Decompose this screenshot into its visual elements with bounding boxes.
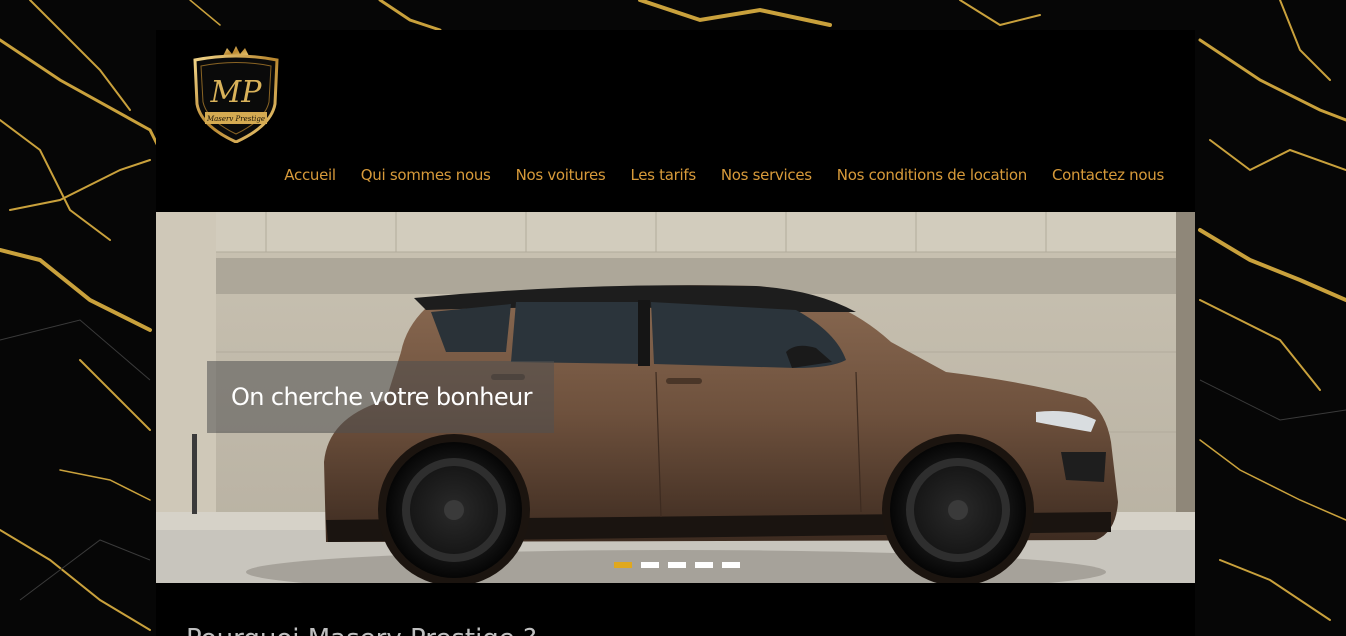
nav-item-conditions-location[interactable]: Nos conditions de location (837, 166, 1027, 184)
slide-caption: On cherche votre bonheur (207, 361, 554, 433)
crest-icon: MP Maserv Prestige (193, 46, 279, 143)
nav-item-qui-sommes-nous[interactable]: Qui sommes nous (361, 166, 491, 184)
logo-initials: MP (210, 75, 263, 110)
nav-item-contactez-nous[interactable]: Contactez nous (1052, 166, 1164, 184)
nav-item-les-tarifs[interactable]: Les tarifs (630, 166, 696, 184)
slider-dot-2[interactable] (641, 562, 659, 568)
hero-slider[interactable]: On cherche votre bonheur (156, 212, 1195, 583)
slider-pagination (614, 562, 740, 568)
nav-item-nos-voitures[interactable]: Nos voitures (516, 166, 606, 184)
nav-item-accueil[interactable]: Accueil (284, 166, 336, 184)
slider-dot-3[interactable] (668, 562, 686, 568)
page-container: MP Maserv Prestige Accueil Qui sommes no… (156, 30, 1195, 636)
slider-dot-4[interactable] (695, 562, 713, 568)
main-nav: Accueil Qui sommes nous Nos voitures Les… (284, 166, 1164, 184)
slider-dot-1[interactable] (614, 562, 632, 568)
nav-item-nos-services[interactable]: Nos services (721, 166, 812, 184)
logo-brand: Maserv Prestige (206, 115, 265, 123)
site-logo[interactable]: MP Maserv Prestige (191, 46, 281, 143)
site-header: MP Maserv Prestige Accueil Qui sommes no… (156, 30, 1195, 212)
intro-heading: Pourquoi Maserv Prestige ? (186, 624, 537, 636)
slider-dot-5[interactable] (722, 562, 740, 568)
